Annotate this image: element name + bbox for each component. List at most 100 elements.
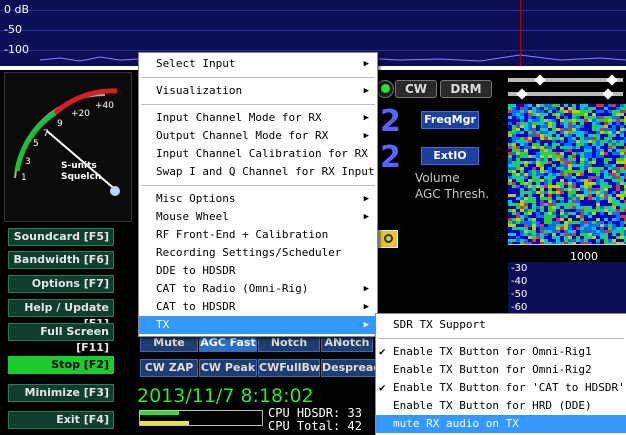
mode-drm-button[interactable]: DRM <box>440 80 492 98</box>
submenu-arrow-icon: ▶ <box>363 212 369 222</box>
checkmark-icon: ✔ <box>379 381 386 394</box>
checkmark-icon: ✔ <box>379 345 386 358</box>
menu-item-label: Misc Options <box>156 192 236 205</box>
waterfall-noise <box>508 104 626 244</box>
waterfall-axis: 1000 <box>508 244 626 263</box>
tx-menu-item[interactable]: ✔ Enable TX Button for Omni-Rig1 <box>376 343 626 361</box>
mode-cw-button[interactable]: CW <box>395 80 437 98</box>
record-icon[interactable] <box>378 230 398 248</box>
menu-item-label: Mouse Wheel <box>156 210 229 223</box>
menu-item-label: Output Channel Mode for RX <box>156 129 329 142</box>
menu-item-label: Enable TX Button for Omni-Rig1 <box>393 345 592 358</box>
menu-separator <box>141 77 375 78</box>
menu-separator <box>378 338 624 339</box>
bandwidth-button[interactable]: Bandwidth [F6] <box>8 251 114 269</box>
menu-item-label: Select Input <box>156 57 236 70</box>
full-screen-button[interactable]: Full Screen [F11] <box>8 323 114 354</box>
menu-item-label: Input Channel Calibration for RX <box>156 147 368 160</box>
cpu-total-label: CPU Total: 42 <box>268 419 362 433</box>
active-led-icon <box>380 84 390 93</box>
slider-knob[interactable] <box>606 74 618 86</box>
main-menu-item[interactable]: Input Channel Mode for RX ▶ <box>139 109 377 127</box>
cpu-bar-frame <box>139 410 263 426</box>
db-label: -30 <box>511 263 528 274</box>
meter-scale-label: +40 <box>95 101 114 111</box>
main-context-menu: Select Input ▶ Visualization ▶ Input Channel… <box>138 52 378 337</box>
menu-separator <box>141 185 375 186</box>
submenu-arrow-icon: ▶ <box>363 86 369 96</box>
datetime-display: 2013/11/7 8:18:02 <box>137 385 314 407</box>
menu-item-label: Enable TX Button for 'CAT to HDSDR' <box>393 381 625 394</box>
menu-item-label: CAT to HDSDR <box>156 300 236 313</box>
tx-menu-item[interactable]: ✔ Enable TX Button for 'CAT to HDSDR' <box>376 379 626 397</box>
menu-item-label: Input Channel Mode for RX <box>156 111 322 124</box>
tx-menu-item[interactable]: Enable TX Button for HRD (DDE) <box>376 397 626 415</box>
submenu-arrow-icon: ▶ <box>363 59 369 69</box>
main-menu-item[interactable]: CAT to Radio (Omni-Rig) ▶ <box>139 280 377 298</box>
main-menu-item[interactable]: DDE to HDSDR <box>139 262 377 280</box>
tx-menu-item[interactable]: SDR TX Support <box>376 316 626 334</box>
db-label: -50 <box>511 289 528 300</box>
tuning-digit: 2 <box>380 140 401 175</box>
volume-label: Volume <box>415 171 460 185</box>
menu-item-label: TX <box>156 318 170 331</box>
minimize-button[interactable]: Minimize [F3] <box>8 384 114 402</box>
main-menu-item[interactable]: Output Channel Mode for RX ▶ <box>139 127 377 145</box>
db-label: -60 <box>511 302 528 313</box>
waterfall-display[interactable] <box>508 104 626 244</box>
meter-scale-label: 1 <box>21 173 27 183</box>
main-menu-item[interactable]: Select Input ▶ <box>139 55 377 73</box>
menu-item-label: RF Front-End + Calibration <box>156 228 329 241</box>
slider-knob[interactable] <box>516 88 528 100</box>
s-meter-dial <box>14 88 120 196</box>
extio-button[interactable]: ExtIO <box>421 147 479 165</box>
soundcard-button[interactable]: Soundcard [F5] <box>8 228 114 246</box>
main-menu-item[interactable]: Visualization ▶ <box>139 82 377 100</box>
main-menu-item[interactable]: Misc Options ▶ <box>139 190 377 208</box>
slider-knob[interactable] <box>602 88 614 100</box>
submenu-arrow-icon: ▶ <box>363 131 369 141</box>
options-button[interactable]: Options [F7] <box>8 275 114 293</box>
menu-item-label: mute RX audio on TX <box>393 417 519 430</box>
tx-submenu: SDR TX Support ✔ Enable TX Button for Omni… <box>375 313 626 435</box>
despread-button[interactable]: Despread <box>321 359 377 377</box>
meter-scale-label: 9 <box>57 119 63 129</box>
waterfall-sliders <box>508 74 626 100</box>
main-menu-item[interactable]: Swap I and Q Channel for RX Input <box>139 163 377 181</box>
main-menu-item[interactable]: Input Channel Calibration for RX <box>139 145 377 163</box>
menu-item-label: CAT to Radio (Omni-Rig) <box>156 282 309 295</box>
stop-button[interactable]: Stop [F2] <box>8 356 114 374</box>
tx-menu-item[interactable]: mute RX audio on TX <box>376 415 626 433</box>
mode-indicator <box>376 80 394 98</box>
exit-button[interactable]: Exit [F4] <box>8 411 114 429</box>
main-menu-item[interactable]: Recording Settings/Scheduler <box>139 244 377 262</box>
meter-scale-label: 3 <box>25 157 31 167</box>
submenu-arrow-icon: ▶ <box>363 320 369 330</box>
menu-item-label: Enable TX Button for Omni-Rig2 <box>393 363 592 376</box>
tx-menu-item[interactable]: Enable TX Button for Omni-Rig2 <box>376 361 626 379</box>
main-menu-item[interactable]: RF Front-End + Calibration <box>139 226 377 244</box>
slider-knob[interactable] <box>534 74 546 86</box>
waterfall-db-scale: -30 -40 -50 -60 <box>508 262 626 318</box>
cpu-hdsdr-label: CPU HDSDR: 33 <box>268 406 362 420</box>
cw-peak-button[interactable]: CW Peak <box>199 359 257 377</box>
s-meter: 1 3 5 7 9 +20 +40 S-units Squelch <box>4 72 132 222</box>
help-update-button[interactable]: Help / Update [F1] <box>8 299 114 330</box>
menu-separator <box>141 104 375 105</box>
squelch-label: Squelch <box>61 172 102 182</box>
freqmgr-button[interactable]: FreqMgr <box>421 111 479 129</box>
s-units-label: S-units <box>61 161 97 171</box>
frequency-marker[interactable] <box>520 0 521 70</box>
menu-item-label: Visualization <box>156 84 243 97</box>
main-menu-item[interactable]: Mouse Wheel ▶ <box>139 208 377 226</box>
cw-fullbw-button[interactable]: CWFullBw <box>258 359 320 377</box>
cw-zap-button[interactable]: CW ZAP <box>140 359 198 377</box>
main-menu-item[interactable]: CAT to HDSDR ▶ <box>139 298 377 316</box>
meter-scale-label: 5 <box>33 139 39 149</box>
menu-item-label: Recording Settings/Scheduler <box>156 246 342 259</box>
db-label: -40 <box>511 276 528 287</box>
submenu-arrow-icon: ▶ <box>363 194 369 204</box>
main-menu-item[interactable]: TX ▶ <box>139 316 377 334</box>
agc-thresh-label: AGC Thresh. <box>415 187 490 201</box>
tuning-digit: 2 <box>380 104 401 139</box>
